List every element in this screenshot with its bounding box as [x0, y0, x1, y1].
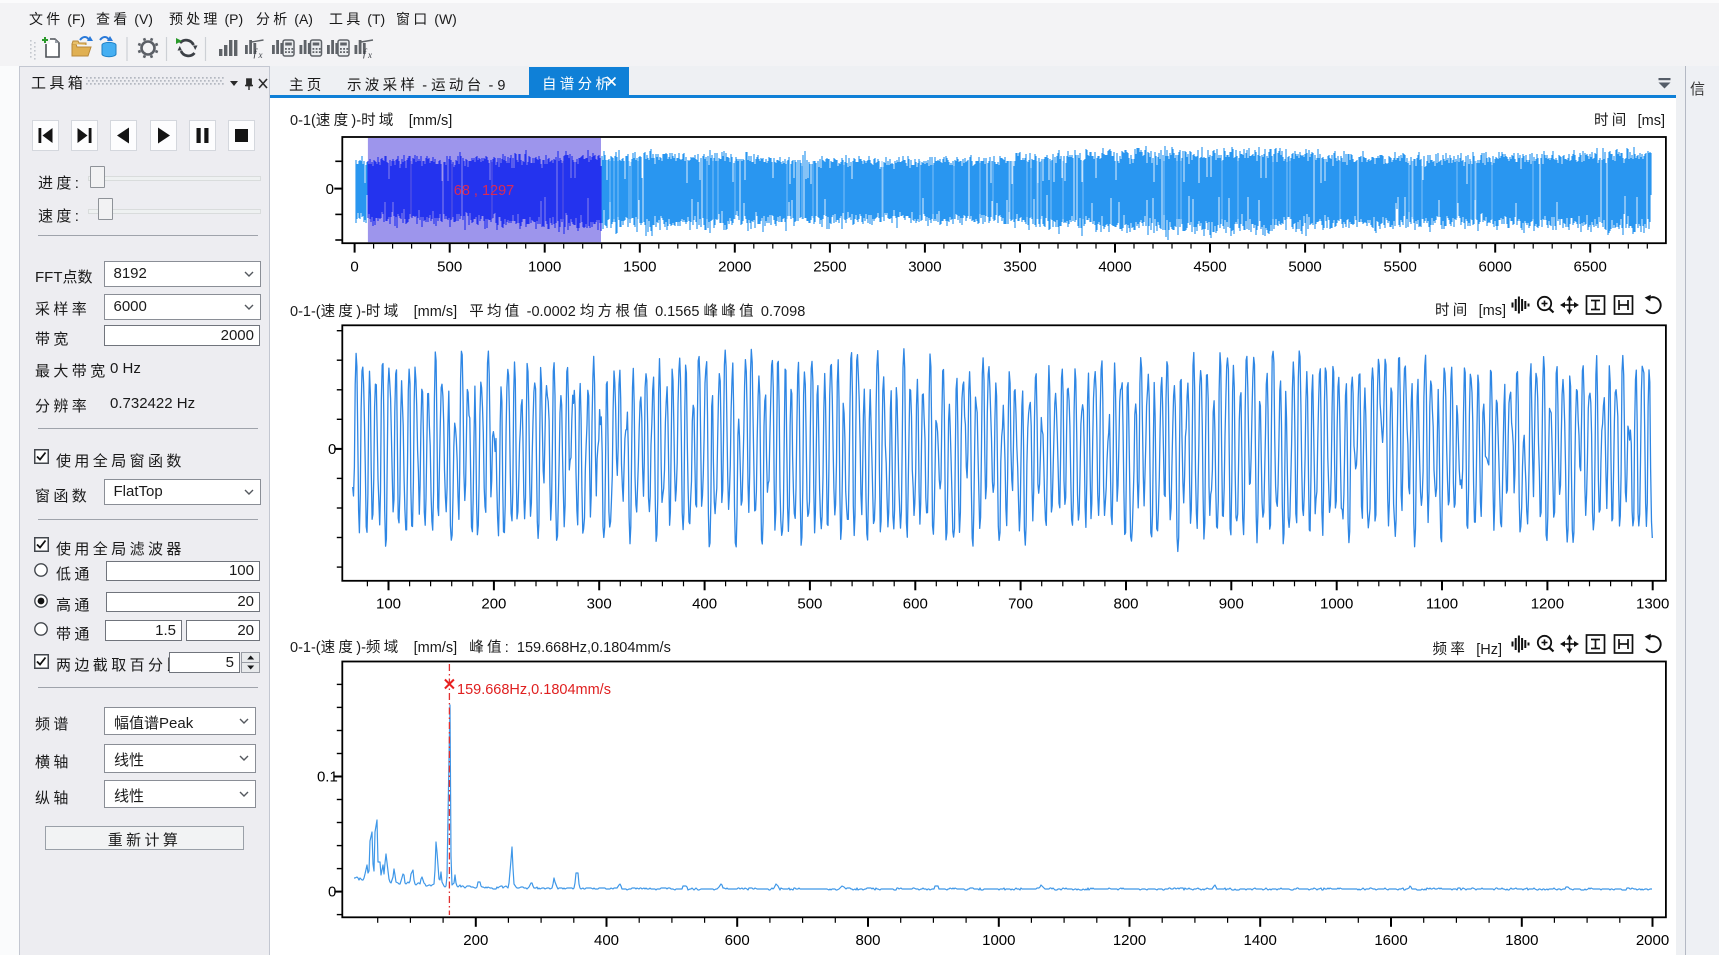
svg-text:0: 0: [350, 259, 358, 276]
svg-text:1400: 1400: [1244, 932, 1277, 949]
svg-text:68 , 1297: 68 , 1297: [454, 183, 514, 199]
svg-text:x: x: [367, 50, 372, 60]
svg-text:1300: 1300: [1636, 596, 1669, 613]
svg-text:0: 0: [328, 884, 336, 901]
svg-text:5000: 5000: [1288, 259, 1321, 276]
svg-text:300: 300: [587, 596, 612, 613]
svg-text:1200: 1200: [1113, 932, 1146, 949]
svg-text:159.668Hz,0.1804mm/s: 159.668Hz,0.1804mm/s: [457, 682, 611, 698]
svg-text:2000: 2000: [718, 259, 751, 276]
svg-text:2000: 2000: [1636, 932, 1669, 949]
svg-text:600: 600: [903, 596, 928, 613]
svg-text:600: 600: [725, 932, 750, 949]
svg-text:800: 800: [855, 932, 880, 949]
svg-text:5500: 5500: [1384, 259, 1417, 276]
svg-text:1100: 1100: [1426, 596, 1458, 613]
svg-text:700: 700: [1008, 596, 1033, 613]
svg-text:4500: 4500: [1193, 259, 1226, 276]
svg-text:2500: 2500: [813, 259, 846, 276]
svg-text:6000: 6000: [1479, 259, 1512, 276]
svg-text:1600: 1600: [1374, 932, 1407, 949]
svg-text:x: x: [258, 50, 263, 60]
svg-text:200: 200: [481, 596, 506, 613]
svg-text:500: 500: [437, 259, 462, 276]
svg-text:200: 200: [463, 932, 488, 949]
svg-text:800: 800: [1113, 596, 1138, 613]
svg-text:1000: 1000: [982, 932, 1015, 949]
svg-text:400: 400: [594, 932, 619, 949]
svg-text:6500: 6500: [1574, 259, 1607, 276]
svg-text:1200: 1200: [1531, 596, 1564, 613]
svg-text:1000: 1000: [528, 259, 561, 276]
svg-text:0: 0: [326, 181, 334, 198]
svg-text:900: 900: [1219, 596, 1244, 613]
svg-text:1500: 1500: [623, 259, 656, 276]
svg-text:3000: 3000: [908, 259, 941, 276]
svg-text:500: 500: [797, 596, 822, 613]
svg-text:0.1: 0.1: [317, 769, 338, 786]
svg-text:4000: 4000: [1098, 259, 1131, 276]
svg-text:400: 400: [692, 596, 717, 613]
svg-text:1800: 1800: [1505, 932, 1538, 949]
svg-text:3500: 3500: [1003, 259, 1036, 276]
svg-text:1000: 1000: [1320, 596, 1353, 613]
svg-text:100: 100: [376, 596, 401, 613]
svg-text:0: 0: [328, 441, 336, 458]
